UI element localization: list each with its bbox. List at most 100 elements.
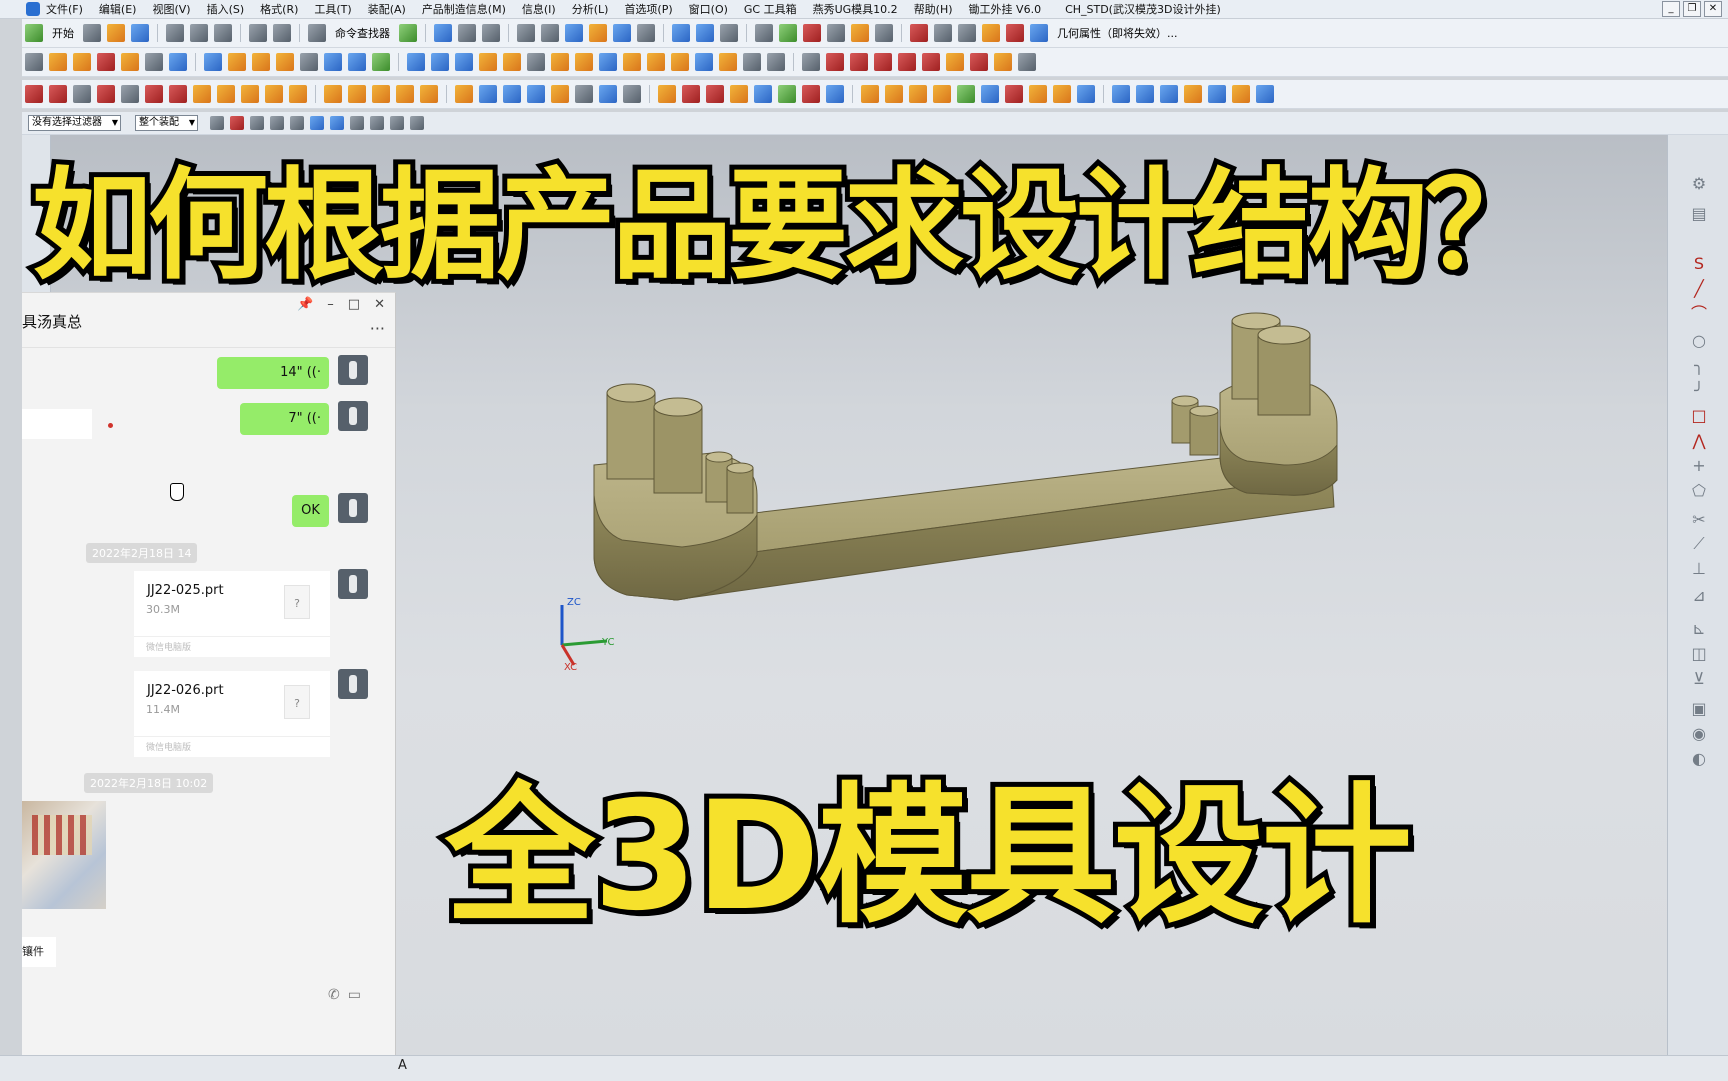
- insert-icon[interactable]: [946, 53, 964, 71]
- pin-icon[interactable]: 📌: [297, 297, 313, 312]
- geometry-properties-button[interactable]: 几何属性（即将失效）...: [1057, 25, 1178, 41]
- bridge-curve-icon[interactable]: [289, 85, 307, 103]
- sew-icon[interactable]: [575, 85, 593, 103]
- sheet-icon[interactable]: [1160, 85, 1178, 103]
- ruled-icon[interactable]: [599, 85, 617, 103]
- measure-icon[interactable]: [482, 24, 500, 42]
- runner-icon[interactable]: [1018, 53, 1036, 71]
- xi-icon[interactable]: [1256, 85, 1274, 103]
- helix-icon[interactable]: [217, 85, 235, 103]
- curve-trim-icon[interactable]: [324, 85, 342, 103]
- spline-vertical-icon[interactable]: S: [1690, 255, 1708, 273]
- sketch-rect-icon[interactable]: [25, 53, 43, 71]
- section-icon[interactable]: [613, 24, 631, 42]
- chat-maximize-icon[interactable]: □: [348, 297, 360, 312]
- split-icon[interactable]: [695, 53, 713, 71]
- offset-icon[interactable]: [372, 53, 390, 71]
- face-blend-icon[interactable]: [575, 53, 593, 71]
- project-curve-icon[interactable]: [265, 85, 283, 103]
- block-3d-icon[interactable]: [933, 85, 951, 103]
- chamfer-icon[interactable]: [503, 53, 521, 71]
- undo-icon[interactable]: [249, 24, 267, 42]
- menu-info[interactable]: 信息(I): [522, 1, 556, 17]
- book-open-icon[interactable]: [1136, 85, 1154, 103]
- file-message-2[interactable]: JJ22-026.prt 11.4M ? 微信电脑版: [134, 671, 330, 757]
- offset-curve-icon[interactable]: [241, 85, 259, 103]
- corner-vertical-icon[interactable]: ⊥: [1690, 560, 1708, 578]
- line-vertical-icon[interactable]: ╱: [1690, 280, 1708, 298]
- paint-icon[interactable]: [589, 24, 607, 42]
- offset-vertical-icon[interactable]: ⊻: [1690, 670, 1708, 688]
- color-icon[interactable]: [778, 85, 796, 103]
- cone-icon[interactable]: [252, 53, 270, 71]
- polygon-icon[interactable]: [145, 85, 163, 103]
- menu-pmi[interactable]: 产品制造信息(M): [422, 1, 506, 17]
- box-3d-icon[interactable]: [909, 85, 927, 103]
- menu-plugin[interactable]: 锄工外挂 V6.0: [969, 1, 1042, 17]
- frame-sq-icon[interactable]: [1029, 85, 1047, 103]
- sketch-icon[interactable]: [434, 24, 452, 42]
- sketch-vertical-icon[interactable]: ▤: [1690, 205, 1708, 223]
- ok-message[interactable]: OK: [292, 495, 329, 527]
- avatar[interactable]: [338, 669, 368, 699]
- revolve-icon[interactable]: [73, 53, 91, 71]
- rectangle-vertical-icon[interactable]: □: [1690, 407, 1708, 425]
- redo-icon[interactable]: [273, 24, 291, 42]
- ejector-icon[interactable]: [922, 53, 940, 71]
- video-call-icon[interactable]: ▭: [348, 987, 361, 1003]
- dimension-icon[interactable]: [910, 24, 928, 42]
- pattern-face-icon[interactable]: [754, 85, 772, 103]
- polygon-vertical-icon[interactable]: ⬠: [1690, 482, 1708, 500]
- transform-icon[interactable]: [458, 24, 476, 42]
- block-icon[interactable]: [204, 53, 222, 71]
- slider-icon[interactable]: [898, 53, 916, 71]
- avatar[interactable]: [338, 493, 368, 523]
- cylinder-icon[interactable]: [169, 53, 187, 71]
- polyline-vertical-icon[interactable]: ⋀: [1690, 432, 1708, 450]
- angle-icon[interactable]: [958, 24, 976, 42]
- palette-vertical-icon[interactable]: ◉: [1690, 725, 1708, 743]
- crosshair-icon[interactable]: [1184, 85, 1202, 103]
- flag-icon[interactable]: [1077, 85, 1095, 103]
- text-icon[interactable]: [121, 85, 139, 103]
- dimension-x-icon[interactable]: [885, 85, 903, 103]
- menu-format[interactable]: 格式(R): [260, 1, 298, 17]
- fillet-vertical-icon[interactable]: ╮: [1690, 357, 1708, 375]
- core-cavity-icon[interactable]: [874, 53, 892, 71]
- ruler-icon[interactable]: [934, 24, 952, 42]
- mold-icon[interactable]: [1006, 24, 1024, 42]
- parting-icon[interactable]: [850, 53, 868, 71]
- spline-icon[interactable]: [193, 85, 211, 103]
- mold-wizard-icon[interactable]: [826, 53, 844, 71]
- assembly-icon[interactable]: [672, 24, 690, 42]
- constraint-vertical-icon[interactable]: ⊿: [1690, 587, 1708, 605]
- voice-message-2[interactable]: 7" ((·: [240, 403, 329, 435]
- mesh-surface-icon[interactable]: [503, 85, 521, 103]
- shape-ops-icon[interactable]: [1112, 85, 1130, 103]
- offset-region-icon[interactable]: [706, 85, 724, 103]
- binoculars-icon[interactable]: [308, 24, 326, 42]
- point-icon[interactable]: [97, 85, 115, 103]
- trim-body-icon[interactable]: [719, 53, 737, 71]
- unite-icon[interactable]: [300, 53, 318, 71]
- nx-app-icon[interactable]: [26, 2, 40, 16]
- check-icon[interactable]: [982, 24, 1000, 42]
- circle-vertical-icon[interactable]: ○: [1690, 332, 1708, 350]
- cube-view-icon[interactable]: [565, 24, 583, 42]
- analysis-icon[interactable]: [720, 24, 738, 42]
- menu-analysis[interactable]: 分析(L): [572, 1, 609, 17]
- restore-icon[interactable]: ❐: [1683, 1, 1701, 17]
- menu-gc-toolbox[interactable]: GC 工具箱: [744, 1, 797, 17]
- menu-edit[interactable]: 编辑(E): [99, 1, 137, 17]
- ellipse-icon[interactable]: [169, 85, 187, 103]
- grid-icon[interactable]: [957, 85, 975, 103]
- cube-red-icon[interactable]: [1005, 85, 1023, 103]
- filter-icon[interactable]: [875, 24, 893, 42]
- mirror-vertical-icon[interactable]: ◫: [1690, 645, 1708, 663]
- layer-icon[interactable]: [755, 24, 773, 42]
- boss-icon[interactable]: [121, 53, 139, 71]
- image-message-thumbnail[interactable]: [22, 801, 106, 909]
- open-folder-icon[interactable]: [107, 24, 125, 42]
- render-icon[interactable]: [541, 24, 559, 42]
- fillet-curve-icon[interactable]: [372, 85, 390, 103]
